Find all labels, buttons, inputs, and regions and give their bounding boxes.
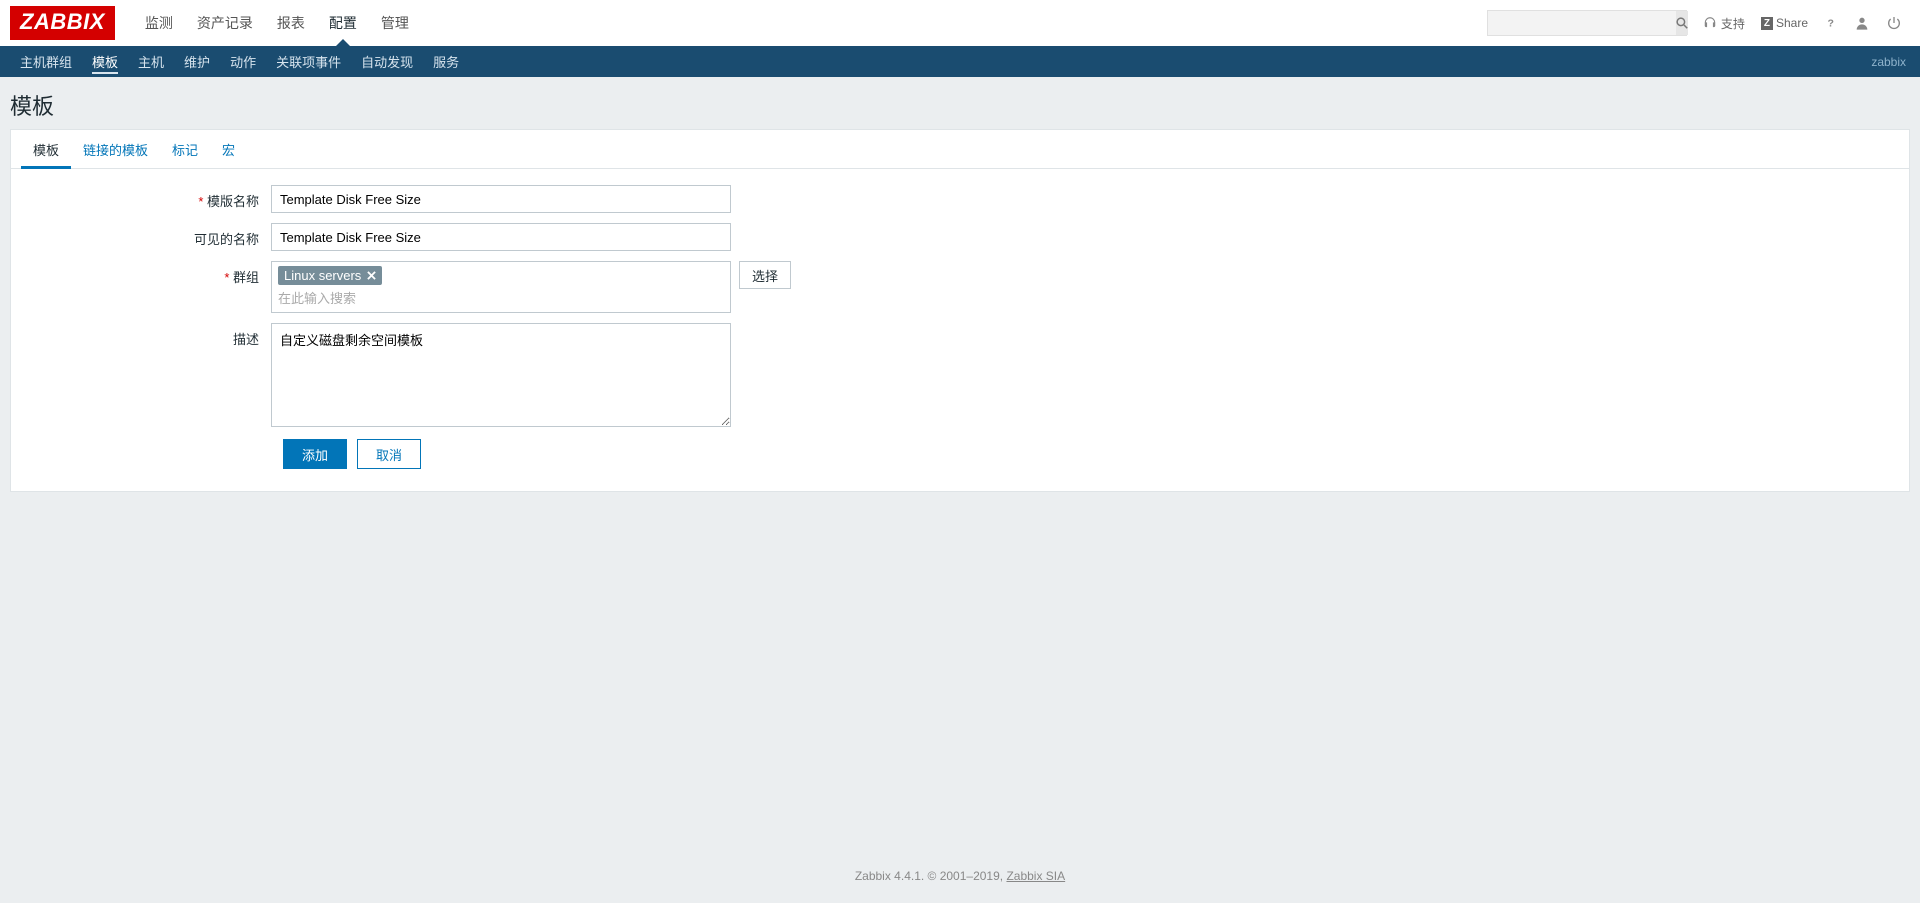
share-link[interactable]: Z Share xyxy=(1753,10,1816,36)
search-icon xyxy=(1676,17,1688,29)
nav-reports[interactable]: 报表 xyxy=(265,0,317,46)
label-visible-name: 可见的名称 xyxy=(21,223,271,248)
logo[interactable]: ZABBIX xyxy=(10,6,115,40)
tabs: 模板 链接的模板 标记 宏 xyxy=(11,130,1909,169)
input-visible-name[interactable] xyxy=(271,223,731,251)
subnav-templates[interactable]: 模板 xyxy=(82,46,128,77)
nav-monitoring[interactable]: 监测 xyxy=(133,0,185,46)
tab-macros[interactable]: 宏 xyxy=(210,130,247,168)
group-tag-remove[interactable] xyxy=(367,268,376,283)
page-title-row: 模板 xyxy=(0,77,1920,129)
subnav-discovery[interactable]: 自动发现 xyxy=(351,46,423,77)
header: ZABBIX 监测 资产记录 报表 配置 管理 支持 Z Share ? xyxy=(0,0,1920,46)
page-title: 模板 xyxy=(10,89,1910,121)
search-input[interactable] xyxy=(1488,16,1676,31)
power-icon xyxy=(1886,15,1902,31)
template-form: 模版名称 可见的名称 群组 Linux servers xyxy=(11,169,1909,491)
question-icon: ? xyxy=(1824,16,1838,30)
groups-multiselect[interactable]: Linux servers xyxy=(271,261,731,313)
label-groups: 群组 xyxy=(21,261,271,286)
nav-inventory[interactable]: 资产记录 xyxy=(185,0,265,46)
power-button[interactable] xyxy=(1878,10,1910,36)
search-button[interactable] xyxy=(1676,11,1688,35)
share-label: Share xyxy=(1776,16,1808,30)
support-link[interactable]: 支持 xyxy=(1695,10,1753,36)
subnav-maintenance[interactable]: 维护 xyxy=(174,46,220,77)
label-template-name: 模版名称 xyxy=(21,185,271,210)
main-nav: 监测 资产记录 报表 配置 管理 xyxy=(133,0,421,46)
z-icon: Z xyxy=(1761,17,1773,30)
user-icon xyxy=(1854,15,1870,31)
subnav-hostgroups[interactable]: 主机群组 xyxy=(10,46,82,77)
subnav-hosts[interactable]: 主机 xyxy=(128,46,174,77)
subnav-services[interactable]: 服务 xyxy=(423,46,469,77)
support-label: 支持 xyxy=(1721,15,1745,32)
select-groups-button[interactable]: 选择 xyxy=(739,261,791,289)
footer-text: Zabbix 4.4.1. © 2001–2019, xyxy=(855,869,1007,883)
input-template-name[interactable] xyxy=(271,185,731,213)
sub-nav: 主机群组 模板 主机 维护 动作 关联项事件 自动发现 服务 zabbix xyxy=(0,46,1920,77)
textarea-description[interactable] xyxy=(271,323,731,427)
label-description: 描述 xyxy=(21,323,271,348)
tab-template[interactable]: 模板 xyxy=(21,130,71,168)
subnav-event-correlation[interactable]: 关联项事件 xyxy=(266,46,351,77)
close-icon xyxy=(367,271,376,280)
group-tag: Linux servers xyxy=(278,266,382,285)
tab-tags[interactable]: 标记 xyxy=(160,130,210,168)
group-tag-label: Linux servers xyxy=(284,268,361,283)
search-box xyxy=(1487,10,1687,36)
help-button[interactable]: ? xyxy=(1816,10,1846,36)
tab-linked-templates[interactable]: 链接的模板 xyxy=(71,130,160,168)
user-button[interactable] xyxy=(1846,10,1878,36)
headset-icon xyxy=(1703,16,1717,30)
subnav-actions[interactable]: 动作 xyxy=(220,46,266,77)
add-button[interactable]: 添加 xyxy=(283,439,347,469)
footer-link[interactable]: Zabbix SIA xyxy=(1006,869,1065,883)
nav-administration[interactable]: 管理 xyxy=(369,0,421,46)
svg-text:?: ? xyxy=(1828,18,1834,30)
groups-search-input[interactable] xyxy=(278,289,724,308)
nav-configuration[interactable]: 配置 xyxy=(317,0,369,46)
cancel-button[interactable]: 取消 xyxy=(357,439,421,469)
footer: Zabbix 4.4.1. © 2001–2019, Zabbix SIA xyxy=(0,849,1920,903)
form-panel: 模板 链接的模板 标记 宏 模版名称 可见的名称 群组 Linux server… xyxy=(10,129,1910,492)
subnav-server-name: zabbix xyxy=(1871,55,1910,69)
